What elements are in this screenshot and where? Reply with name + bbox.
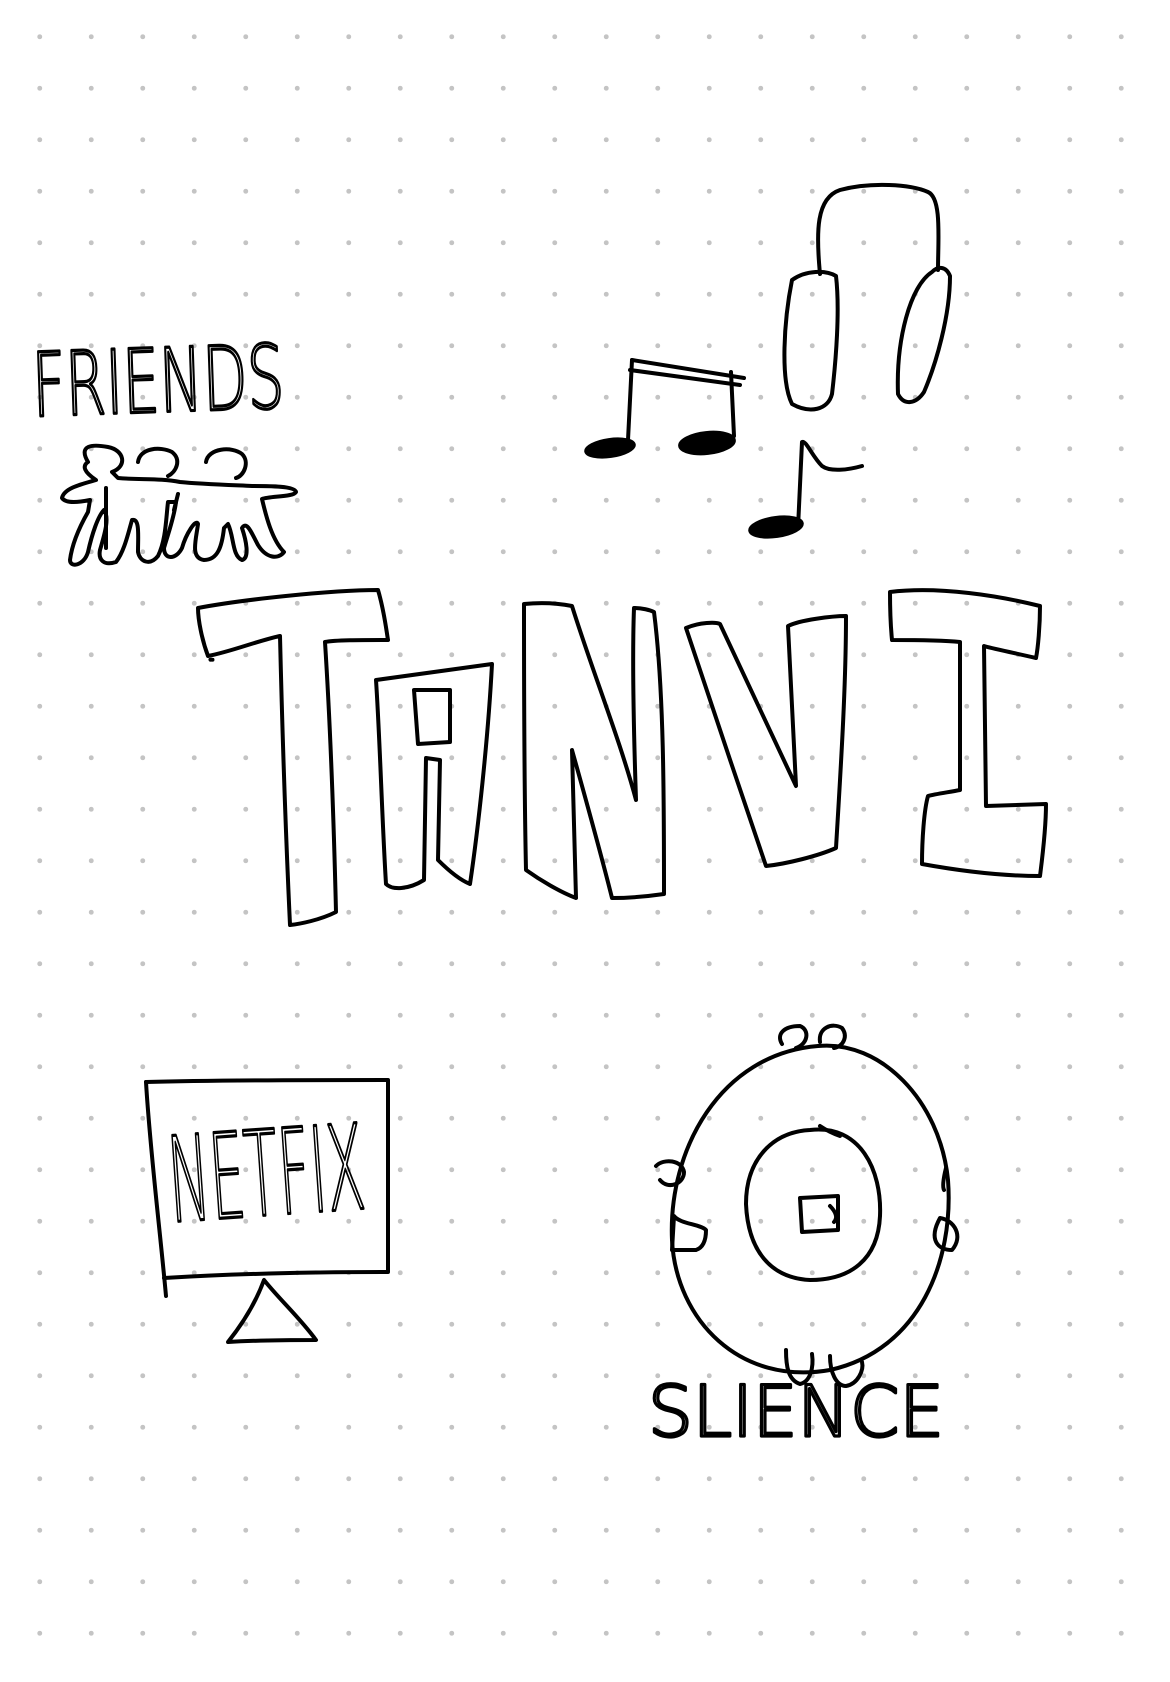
sketch-canvas: FRIENDS TANVI NETFIX SLIENCE — [29, 182, 1048, 1455]
headphones-icon — [782, 182, 952, 412]
music-notes-icon — [584, 358, 864, 539]
science-doodle: SLIENCE — [646, 1023, 960, 1455]
people-holding-hands-icon — [60, 443, 298, 567]
atom-icon — [654, 1023, 960, 1388]
netflix-label: NETFIX — [164, 1098, 369, 1249]
friends-doodle: FRIENDS — [29, 324, 298, 567]
science-label: SLIENCE — [648, 1371, 944, 1453]
friends-label: FRIENDS — [30, 325, 285, 437]
name-title-text: TANVI — [210, 658, 214, 661]
name-title-tanvi: TANVI — [196, 588, 1048, 927]
netflix-doodle: NETFIX — [144, 1078, 391, 1344]
